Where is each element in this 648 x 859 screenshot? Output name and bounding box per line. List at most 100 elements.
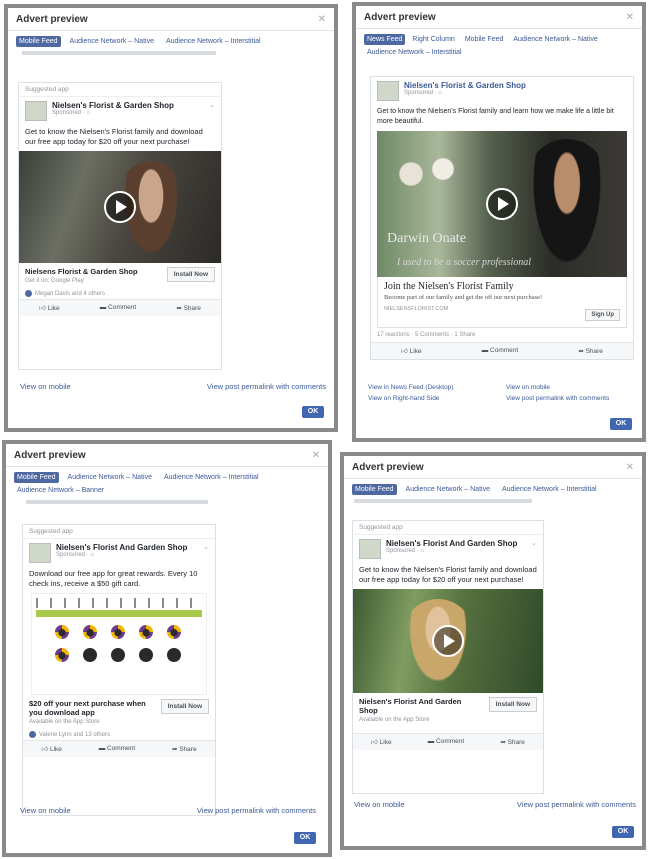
close-icon[interactable]: ✕ bbox=[626, 12, 634, 23]
comment-icon: ▬ bbox=[99, 304, 109, 311]
comment-button[interactable]: ▬ Comment bbox=[99, 745, 136, 753]
thumbs-up-icon: 👍︎ bbox=[401, 348, 410, 355]
view-on-mobile-link[interactable]: View on mobile bbox=[354, 800, 405, 809]
like-button[interactable]: 👍︎ Like bbox=[371, 738, 392, 746]
page-name[interactable]: Nielsen's Florist And Garden Shop bbox=[56, 543, 187, 552]
dialog-title: Advert preview bbox=[16, 13, 88, 25]
cta-subtitle: Available on the App Store bbox=[359, 717, 430, 723]
tab-audience-network-native[interactable]: Audience Network – Native bbox=[65, 472, 155, 483]
suggested-label: Suggested app bbox=[23, 525, 215, 539]
view-permalink-link[interactable]: View post permalink with comments bbox=[517, 800, 636, 809]
ok-button[interactable]: OK bbox=[612, 826, 634, 838]
close-icon[interactable]: ✕ bbox=[318, 14, 326, 25]
cta-subtitle: Available on the App Store bbox=[29, 719, 100, 725]
rewards-image bbox=[31, 593, 207, 695]
placement-tabs: News Feed Right Column Mobile Feed Audie… bbox=[356, 29, 642, 60]
link-title: Join the Nielsen's Florist Family bbox=[384, 281, 514, 292]
view-permalink-link[interactable]: View post permalink with comments bbox=[506, 393, 609, 404]
rewards-stamp-row bbox=[36, 598, 202, 608]
tab-mobile-feed[interactable]: Mobile Feed bbox=[462, 34, 507, 45]
play-button-icon[interactable] bbox=[104, 191, 136, 223]
advert-preview-dialog-3: Advert preview ✕ Mobile Feed Audience Ne… bbox=[2, 440, 332, 857]
empty-stamp-icon bbox=[111, 648, 125, 662]
ok-button[interactable]: OK bbox=[302, 406, 324, 418]
like-button[interactable]: 👍︎ Like bbox=[41, 745, 62, 753]
video-overlay-name: Darwin Onate bbox=[387, 231, 466, 246]
divider bbox=[26, 500, 208, 504]
view-on-mobile-link[interactable]: View on mobile bbox=[506, 382, 609, 393]
close-icon[interactable]: ✕ bbox=[312, 450, 320, 461]
view-permalink-link[interactable]: View post permalink with comments bbox=[207, 382, 326, 391]
flower-icon bbox=[55, 648, 69, 662]
page-name[interactable]: Nielsen's Florist & Garden Shop bbox=[52, 101, 174, 110]
install-now-button[interactable]: Install Now bbox=[488, 697, 537, 712]
tab-audience-network-interstitial[interactable]: Audience Network – Interstitial bbox=[499, 484, 600, 495]
link-attachment[interactable]: Join the Nielsen's Florist Family Become… bbox=[377, 277, 627, 328]
play-button-icon[interactable] bbox=[486, 188, 518, 220]
comment-button[interactable]: ▬ Comment bbox=[482, 347, 519, 355]
ad-body-text: Get to know the Nielsen's Florist family… bbox=[25, 127, 203, 146]
video-thumbnail[interactable] bbox=[353, 589, 543, 693]
share-button[interactable]: ➦ Share bbox=[500, 738, 525, 746]
close-icon[interactable]: ✕ bbox=[626, 462, 634, 473]
view-on-mobile-link[interactable]: View on mobile bbox=[20, 382, 71, 391]
chevron-down-icon[interactable]: ⌄ bbox=[209, 101, 215, 109]
chevron-down-icon[interactable]: ⌄ bbox=[531, 539, 537, 547]
comment-icon: ▬ bbox=[98, 745, 107, 752]
view-on-mobile-link[interactable]: View on mobile bbox=[20, 806, 71, 815]
ad-body-text: Get to know the Nielsen's Florist family… bbox=[359, 565, 537, 584]
tab-mobile-feed[interactable]: Mobile Feed bbox=[16, 36, 61, 47]
like-button[interactable]: 👍︎ Like bbox=[39, 304, 60, 312]
ok-button[interactable]: OK bbox=[610, 418, 632, 430]
tab-audience-network-native[interactable]: Audience Network – Native bbox=[403, 484, 493, 495]
comment-button[interactable]: ▬ Comment bbox=[428, 738, 465, 746]
like-icon bbox=[29, 731, 36, 738]
empty-stamp-icon bbox=[139, 648, 153, 662]
flower-icon bbox=[167, 625, 181, 639]
share-button[interactable]: ➦ Share bbox=[172, 745, 197, 753]
like-icon bbox=[25, 290, 32, 297]
play-button-icon[interactable] bbox=[432, 625, 464, 657]
divider bbox=[22, 51, 216, 55]
page-avatar bbox=[29, 543, 51, 563]
share-button[interactable]: ➦ Share bbox=[578, 347, 603, 355]
dialog-title: Advert preview bbox=[364, 11, 436, 23]
preview-links-right: View on mobile View post permalink with … bbox=[506, 382, 609, 404]
install-now-button[interactable]: Install Now bbox=[166, 267, 215, 282]
view-permalink-link[interactable]: View post permalink with comments bbox=[197, 806, 316, 815]
install-now-button[interactable]: Install Now bbox=[160, 699, 209, 714]
chevron-down-icon[interactable]: ⌄ bbox=[203, 543, 209, 551]
tab-audience-network-interstitial[interactable]: Audience Network – Interstitial bbox=[163, 36, 264, 47]
tab-news-feed[interactable]: News Feed bbox=[364, 34, 406, 45]
comment-icon: ▬ bbox=[481, 347, 491, 354]
comment-icon: ▬ bbox=[427, 738, 437, 745]
tab-mobile-feed[interactable]: Mobile Feed bbox=[352, 484, 397, 495]
advert-preview-dialog-1: Advert preview ✕ Mobile Feed Audience Ne… bbox=[4, 4, 338, 432]
ok-button[interactable]: OK bbox=[294, 832, 316, 844]
action-bar: 👍︎ Like ▬ Comment ➦ Share bbox=[19, 299, 221, 316]
like-button[interactable]: 👍︎ Like bbox=[401, 347, 422, 355]
video-overlay-quote: I used to be a soccer professional bbox=[397, 257, 532, 268]
video-thumbnail[interactable]: Darwin Onate I used to be a soccer profe… bbox=[377, 131, 627, 277]
tab-audience-network-interstitial[interactable]: Audience Network – Interstitial bbox=[161, 472, 262, 483]
view-in-news-feed-link[interactable]: View in News Feed (Desktop) bbox=[368, 382, 454, 393]
tab-right-column[interactable]: Right Column bbox=[409, 34, 457, 45]
video-thumbnail[interactable] bbox=[19, 151, 221, 263]
tab-audience-network-banner[interactable]: Audience Network – Banner bbox=[14, 485, 107, 496]
comment-button[interactable]: ▬ Comment bbox=[100, 304, 137, 312]
tab-audience-network-native[interactable]: Audience Network – Native bbox=[510, 34, 600, 45]
view-right-hand-side-link[interactable]: View on Right-hand Side bbox=[368, 393, 454, 404]
cta-title: $20 off your next purchase when you down… bbox=[29, 699, 146, 717]
share-button[interactable]: ➦ Share bbox=[176, 304, 201, 312]
sponsored-label: Sponsored · ⌂ bbox=[52, 110, 90, 116]
sign-up-button[interactable]: Sign Up bbox=[585, 309, 620, 321]
tab-mobile-feed[interactable]: Mobile Feed bbox=[14, 472, 59, 483]
tab-audience-network-native[interactable]: Audience Network – Native bbox=[67, 36, 157, 47]
page-name[interactable]: Nielsen's Florist & Garden Shop bbox=[404, 81, 526, 90]
empty-stamp-icon bbox=[167, 648, 181, 662]
page-header: Nielsen's Florist And Garden Shop Sponso… bbox=[23, 539, 215, 567]
page-name[interactable]: Nielsen's Florist And Garden Shop bbox=[386, 539, 517, 548]
tab-audience-network-interstitial[interactable]: Audience Network – Interstitial bbox=[364, 47, 465, 58]
social-context-text: Megan Davis and 4 others bbox=[35, 290, 106, 297]
rewards-green-bar bbox=[36, 610, 202, 617]
